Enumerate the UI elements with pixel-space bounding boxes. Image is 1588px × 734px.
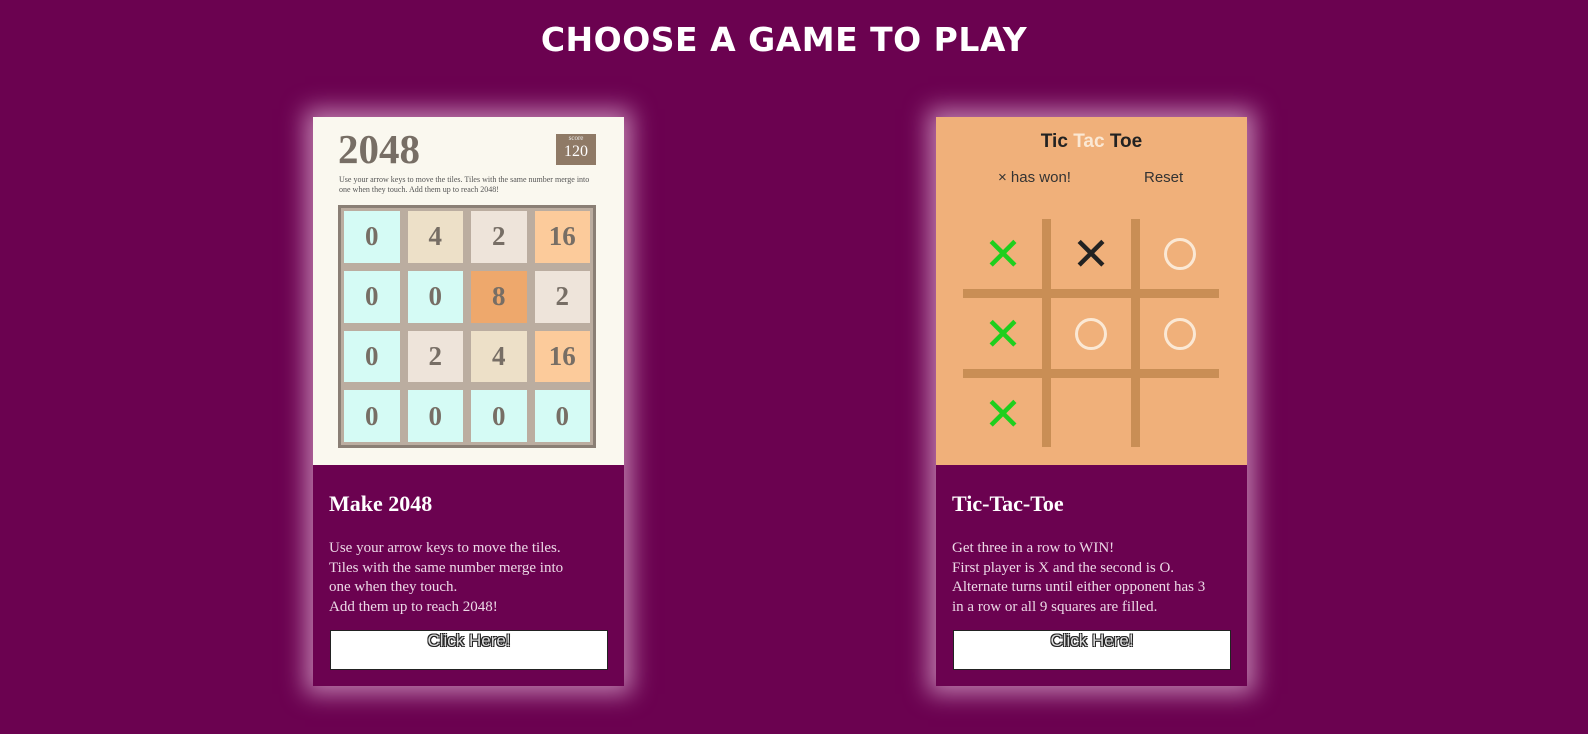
game-2048-logo: 2048 xyxy=(338,126,420,172)
tile: 2 xyxy=(471,211,527,263)
board-cell[interactable] xyxy=(1140,299,1220,369)
grid-line xyxy=(1042,219,1051,447)
reset-button[interactable]: Reset xyxy=(1144,169,1183,186)
board-cell[interactable]: ✕ xyxy=(963,299,1043,369)
o-mark-icon xyxy=(1164,318,1196,350)
tile: 0 xyxy=(407,270,463,323)
desc-line: Use your arrow keys to move the tiles. xyxy=(329,540,561,556)
tic-tac-toe-title: Tic Tac Toe xyxy=(936,131,1247,153)
desc-line: Add them up to reach 2048! xyxy=(329,598,498,615)
game-card-2048: 2048 score 120 Use your arrow keys to mo… xyxy=(313,117,624,686)
tile: 8 xyxy=(471,270,527,323)
page-title: CHOOSE A GAME TO PLAY xyxy=(540,20,1028,59)
grid-line xyxy=(1131,219,1140,447)
board-cell[interactable]: ✕ xyxy=(963,219,1043,289)
tile: 0 xyxy=(471,390,527,442)
tic-tac-toe-preview: Tic Tac Toe × has won! Reset ✕ ✕ ✕ ✕ xyxy=(936,117,1247,465)
score-label: score xyxy=(568,134,584,142)
title-word: Toe xyxy=(1109,131,1143,152)
grid-line xyxy=(963,369,1219,378)
desc-line: Tiles with the same number merge into xyxy=(329,559,564,576)
card-title: Tic-Tac-Toe xyxy=(952,491,1064,516)
board-cell[interactable]: ✕ xyxy=(1051,219,1131,289)
board-cell[interactable] xyxy=(1051,379,1131,449)
tile: 0 xyxy=(534,390,590,442)
tile: 2 xyxy=(534,270,590,323)
game-2048-board: 0 4 2 16 0 0 8 2 0 2 4 16 0 0 0 0 xyxy=(338,205,596,448)
tile: 0 xyxy=(344,390,400,442)
title-word: Tic xyxy=(1040,131,1068,152)
tic-tac-toe-board: ✕ ✕ ✕ ✕ xyxy=(963,219,1219,447)
desc-line: Alternate turns until either opponent ha… xyxy=(952,579,1206,595)
board-cell[interactable]: ✕ xyxy=(963,379,1043,449)
tile: 0 xyxy=(344,330,400,383)
tile: 4 xyxy=(407,211,463,263)
card-description: Get three in a row to WIN! First player … xyxy=(952,539,1237,617)
x-mark-icon: ✕ xyxy=(1071,227,1111,281)
tile: 0 xyxy=(344,211,400,263)
board-cell[interactable] xyxy=(1140,219,1220,289)
grid-line xyxy=(963,289,1219,298)
board-cell[interactable] xyxy=(1051,299,1131,369)
x-mark-icon: ✕ xyxy=(983,307,1023,361)
play-2048-button[interactable]: Click Here! xyxy=(330,630,608,670)
board-cell[interactable] xyxy=(1140,379,1220,449)
o-mark-icon xyxy=(1075,318,1107,350)
card-title: Make 2048 xyxy=(329,491,433,516)
game-status: × has won! xyxy=(998,169,1071,186)
desc-line: First player is X and the second is O. xyxy=(952,559,1175,576)
tile: 16 xyxy=(534,211,590,263)
desc-line: in a row or all 9 squares are filled. xyxy=(952,598,1158,615)
score-value: 120 xyxy=(564,143,588,160)
game-2048-preview: 2048 score 120 Use your arrow keys to mo… xyxy=(313,117,624,465)
play-tic-tac-toe-button[interactable]: Click Here! xyxy=(953,630,1231,670)
o-mark-icon xyxy=(1164,238,1196,270)
game-card-tic-tac-toe: Tic Tac Toe × has won! Reset ✕ ✕ ✕ ✕ Tic-Ta… xyxy=(936,117,1247,686)
tile: 4 xyxy=(471,330,527,383)
tile: 16 xyxy=(534,330,590,383)
tile: 0 xyxy=(344,270,400,323)
title-word: Tac xyxy=(1073,131,1105,152)
tile: 0 xyxy=(407,390,463,442)
desc-line: one when they touch. xyxy=(329,579,458,595)
x-mark-icon: ✕ xyxy=(983,227,1023,281)
desc-line: Get three in a row to WIN! xyxy=(952,540,1115,556)
game-2048-intro: Use your arrow keys to move the tiles. T… xyxy=(339,175,590,194)
x-mark-icon: ✕ xyxy=(983,387,1023,441)
score-box: score 120 xyxy=(556,134,596,165)
card-description: Use your arrow keys to move the tiles. T… xyxy=(329,539,614,617)
tile: 2 xyxy=(407,330,463,383)
